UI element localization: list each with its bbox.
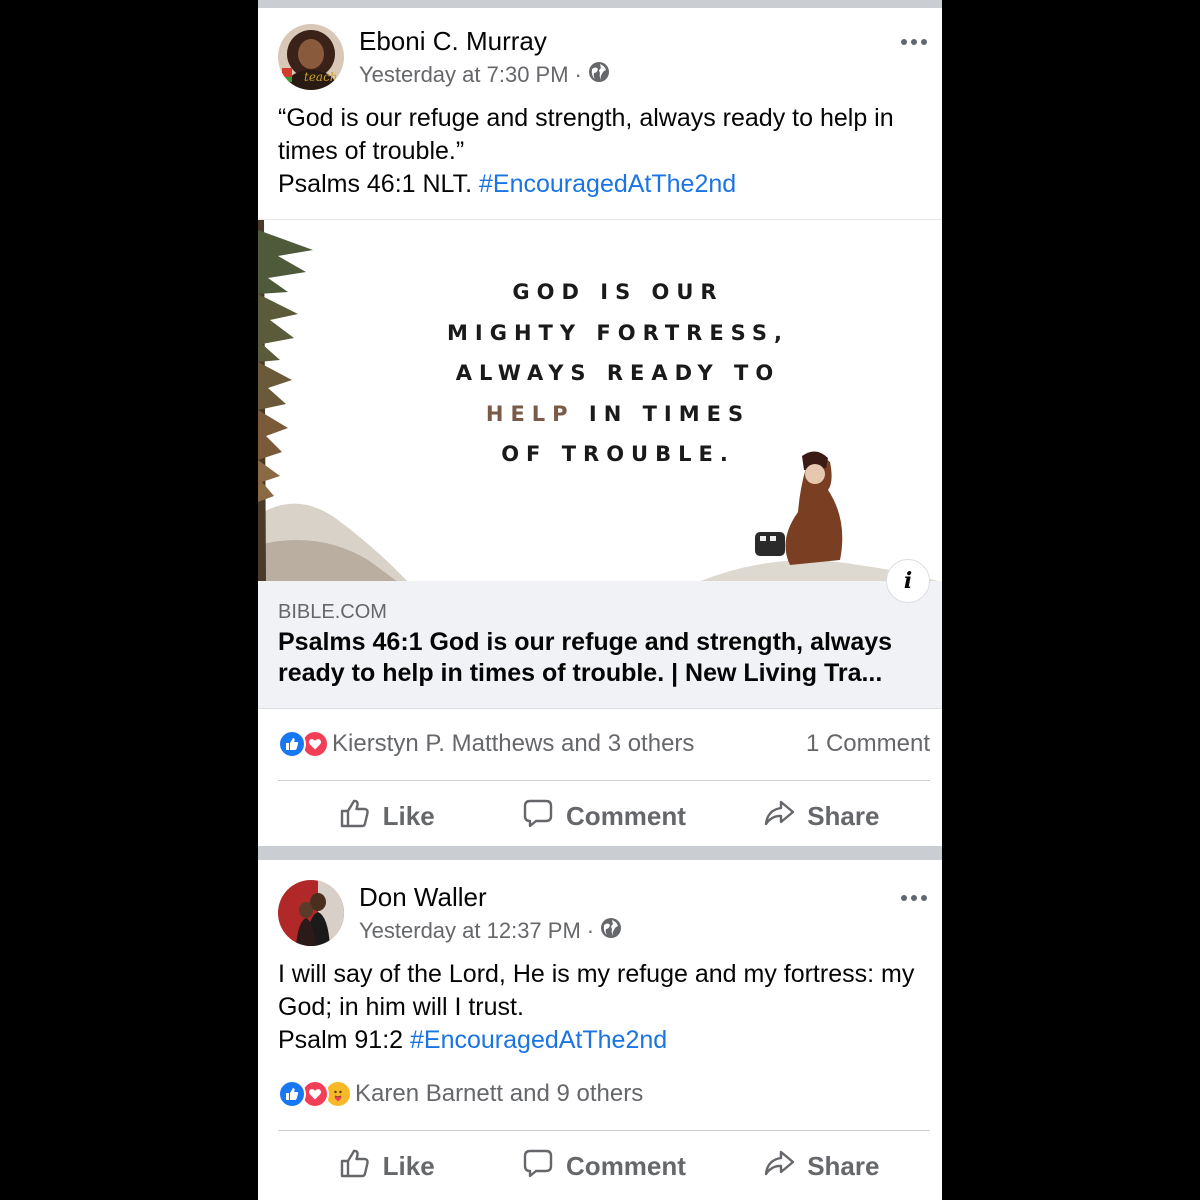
comment-bubble-icon	[522, 797, 554, 836]
like-label: Like	[382, 800, 435, 831]
reaction-icons[interactable]	[278, 730, 329, 758]
avatar[interactable]: teache	[278, 24, 344, 90]
news-feed: teache Eboni C. Murray Yesterday at 7:30…	[258, 0, 942, 1200]
post-author[interactable]: Eboni C. Murray	[359, 26, 547, 57]
hashtag-link[interactable]: #EncouragedAtThe2nd	[410, 1026, 667, 1054]
post-text: “God is our refuge and strength, always …	[278, 102, 928, 201]
quote-highlight: HELP	[485, 401, 575, 426]
comment-count[interactable]: 1 Comment	[806, 730, 930, 758]
like-label: Like	[382, 1150, 435, 1181]
comment-bubble-icon	[522, 1147, 554, 1186]
meta-separator: ·	[574, 62, 582, 87]
post-author[interactable]: Don Waller	[359, 882, 487, 913]
like-button[interactable]: Like	[278, 797, 495, 836]
comment-button[interactable]: Comment	[495, 797, 712, 836]
meta-separator: ·	[586, 918, 595, 943]
share-arrow-icon	[763, 797, 795, 836]
share-button[interactable]: Share	[713, 797, 930, 836]
thumbs-up-icon	[339, 797, 371, 836]
like-reaction-icon	[278, 730, 306, 758]
post-text: I will say of the Lord, He is my refuge …	[278, 958, 928, 1057]
reaction-names[interactable]: Karen Barnett and 9 others	[355, 1080, 643, 1108]
post-meta: Yesterday at 12:37 PM ·	[359, 917, 622, 945]
quote-line: MIGHTY FORTRESS,	[447, 320, 789, 345]
post-timestamp[interactable]: Yesterday at 12:37 PM	[359, 918, 581, 944]
post-body: I will say of the Lord, He is my refuge …	[278, 960, 915, 1021]
like-reaction-icon	[278, 1080, 306, 1108]
post-actions: Like Comment Share	[278, 1138, 930, 1194]
post-card: Don Waller Yesterday at 12:37 PM · I wil…	[258, 860, 942, 1200]
divider	[278, 1130, 930, 1131]
quote-line: GOD IS OUR	[512, 280, 724, 304]
like-button[interactable]: Like	[278, 1147, 495, 1186]
more-options-icon[interactable]	[896, 30, 932, 54]
comment-label: Comment	[566, 800, 686, 831]
hashtag-link[interactable]: #EncouragedAtThe2nd	[479, 170, 736, 198]
share-label: Share	[807, 1150, 880, 1181]
link-title[interactable]: Psalms 46:1 God is our refuge and streng…	[278, 627, 928, 689]
avatar[interactable]	[278, 880, 344, 946]
post-reference: Psalm 91:2 #EncouragedAtThe2nd	[278, 1024, 928, 1057]
post-actions: Like Comment Share	[278, 788, 930, 844]
share-arrow-icon	[763, 1147, 795, 1186]
reaction-names[interactable]: Kierstyn P. Matthews and 3 others	[332, 730, 694, 758]
comment-button[interactable]: Comment	[495, 1147, 712, 1186]
link-preview-image[interactable]: GOD IS OUR MIGHTY FORTRESS, ALWAYS READY…	[258, 219, 942, 582]
quote-text: IN TIMES	[574, 401, 751, 426]
divider	[278, 780, 930, 781]
more-options-icon[interactable]	[896, 886, 932, 910]
scripture-ref: Psalms 46:1 NLT.	[278, 170, 473, 198]
info-icon[interactable]: i	[886, 559, 930, 603]
quote-line: ALWAYS READY TO	[455, 361, 781, 385]
avatar-signature: teache	[304, 70, 344, 84]
post-body: “God is our refuge and strength, always …	[278, 104, 894, 165]
quote-line: OF TROUBLE.	[501, 442, 735, 466]
post-timestamp[interactable]: Yesterday at 7:30 PM	[359, 62, 569, 88]
quote-line: HELP IN TIMES	[378, 394, 858, 435]
link-preview[interactable]: i BIBLE.COM Psalms 46:1 God is our refug…	[258, 559, 942, 709]
reaction-summary: Kierstyn P. Matthews and 3 others 1 Comm…	[278, 730, 930, 758]
share-label: Share	[807, 800, 880, 831]
globe-icon	[588, 61, 610, 89]
scripture-ref: Psalm 91:2	[278, 1026, 404, 1054]
globe-icon	[600, 917, 622, 945]
post-card: teache Eboni C. Murray Yesterday at 7:30…	[258, 8, 942, 846]
comment-label: Comment	[566, 1150, 686, 1181]
link-domain: BIBLE.COM	[278, 601, 387, 623]
reaction-icons[interactable]	[278, 1080, 352, 1108]
post-meta: Yesterday at 7:30 PM ·	[359, 61, 610, 89]
post-reference: Psalms 46:1 NLT. #EncouragedAtThe2nd	[278, 168, 928, 201]
reaction-summary: Karen Barnett and 9 others	[278, 1080, 930, 1108]
image-quote: GOD IS OUR MIGHTY FORTRESS, ALWAYS READY…	[378, 272, 858, 475]
thumbs-up-icon	[339, 1147, 371, 1186]
share-button[interactable]: Share	[713, 1147, 930, 1186]
